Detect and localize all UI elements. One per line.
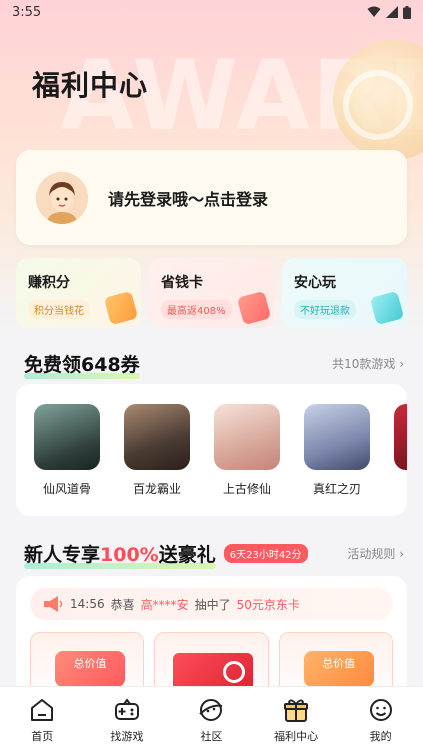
coupons-section-header: 免费领648券 共10款游戏 › xyxy=(24,350,404,379)
card-icon xyxy=(236,290,272,326)
activity-rules-text: 活动规则 xyxy=(347,547,396,561)
tab-label: 我的 xyxy=(369,729,392,743)
game-icon xyxy=(34,404,100,470)
game-name: 真红之刃 xyxy=(312,482,361,496)
newbie-section-title: 新人专享100%送豪礼 xyxy=(24,540,216,569)
tab-find-games[interactable]: 找游戏 xyxy=(85,687,170,752)
all-games-link[interactable]: 共10款游戏 › xyxy=(332,355,404,372)
jd-logo-icon xyxy=(223,661,246,683)
status-icons xyxy=(367,5,411,19)
status-bar: 3:55 xyxy=(0,0,423,24)
feature-subtitle: 最高返408% xyxy=(161,300,232,319)
prize-value-tag: 总价值 xyxy=(303,651,374,687)
games-list: 仙风道骨 百龙霸业 上古修仙 真红之刃 太 xyxy=(16,384,407,516)
tab-me[interactable]: 我的 xyxy=(338,687,423,752)
ticker-prize: 50元京东卡 xyxy=(236,597,300,612)
all-games-link-text: 共10款游戏 xyxy=(332,357,396,371)
winner-ticker: 14:56 恭喜 高****安 抽中了 50元京东卡 xyxy=(30,588,393,620)
newbie-title-highlight: 100% xyxy=(100,544,159,566)
avatar-icon xyxy=(36,171,88,224)
coupons-title-text: 免费领648券 xyxy=(24,354,140,376)
game-item[interactable]: 太 xyxy=(394,404,407,516)
game-name: 太 xyxy=(394,480,407,497)
feature-subtitle: 积分当钱花 xyxy=(28,300,90,319)
countdown-badge: 6天23小时42分 xyxy=(223,544,308,563)
game-item[interactable]: 真红之刃 xyxy=(304,404,370,516)
game-icon xyxy=(214,404,280,470)
coin-ring-decoration xyxy=(343,70,413,140)
feature-subtitle: 不好玩退款 xyxy=(294,300,356,319)
gift-icon xyxy=(284,699,309,722)
feature-save-card[interactable]: 省钱卡 最高返408% xyxy=(149,258,274,328)
newbie-section-header: 新人专享100%送豪礼 6天23小时42分 活动规则 › xyxy=(24,540,404,569)
coupons-section-title: 免费领648券 xyxy=(24,350,140,379)
game-name: 百龙霸业 xyxy=(132,482,181,496)
coupon-icon xyxy=(103,290,139,326)
game-item[interactable]: 百龙霸业 xyxy=(124,404,190,516)
tab-bar: 首页 找游戏 社区 福利中心 我的 xyxy=(0,686,423,752)
wifi-icon xyxy=(367,6,381,17)
tab-label: 社区 xyxy=(200,729,223,743)
feature-title: 安心玩 xyxy=(294,275,336,291)
game-icon xyxy=(304,404,370,470)
shield-icon xyxy=(369,290,405,326)
chevron-right-icon: › xyxy=(399,547,404,561)
game-item[interactable]: 上古修仙 xyxy=(214,404,280,516)
ticker-prefix: 恭喜 xyxy=(110,597,135,612)
megaphone-icon xyxy=(44,596,63,612)
game-item[interactable]: 仙风道骨 xyxy=(34,404,100,516)
game-name: 上古修仙 xyxy=(222,482,271,496)
feature-title: 省钱卡 xyxy=(161,275,203,291)
signal-icon xyxy=(386,6,398,18)
status-time: 3:55 xyxy=(12,4,42,20)
game-icon xyxy=(124,404,190,470)
newbie-title-group: 新人专享100%送豪礼 6天23小时42分 xyxy=(24,540,308,569)
tab-home[interactable]: 首页 xyxy=(0,687,85,752)
ticker-winner: 高****安 xyxy=(140,597,189,612)
avatar xyxy=(36,171,88,224)
community-icon xyxy=(199,698,223,721)
battery-icon xyxy=(403,5,411,19)
game-name: 仙风道骨 xyxy=(42,482,91,496)
chevron-right-icon: › xyxy=(399,357,404,371)
gamepad-icon xyxy=(114,697,139,720)
tab-label: 找游戏 xyxy=(110,729,144,743)
login-prompt[interactable]: 请先登录哦～点击登录 xyxy=(108,186,268,210)
feature-safe-play[interactable]: 安心玩 不好玩退款 xyxy=(282,258,407,328)
prize-value-tag: 总价值 xyxy=(55,651,125,687)
feature-earn-points[interactable]: 赚积分 积分当钱花 xyxy=(16,258,141,328)
newbie-title-prefix: 新人专享 xyxy=(24,544,101,566)
page-title: 福利中心 xyxy=(32,69,149,102)
feature-row: 赚积分 积分当钱花 省钱卡 最高返408% 安心玩 不好玩退款 xyxy=(16,258,407,328)
smile-icon xyxy=(369,698,392,721)
game-icon xyxy=(394,404,407,470)
tab-welfare-center[interactable]: 福利中心 xyxy=(254,687,339,752)
ticker-time: 14:56 xyxy=(70,597,105,611)
feature-title: 赚积分 xyxy=(28,275,70,291)
tab-community[interactable]: 社区 xyxy=(169,687,254,752)
ticker-action: 抽中了 xyxy=(194,597,231,612)
home-icon xyxy=(31,698,54,721)
activity-rules-link[interactable]: 活动规则 › xyxy=(347,545,404,562)
login-card[interactable]: 请先登录哦～点击登录 xyxy=(16,150,407,245)
newbie-title-suffix: 送豪礼 xyxy=(158,544,216,566)
tab-label: 福利中心 xyxy=(274,729,319,743)
tab-label: 首页 xyxy=(31,729,54,743)
